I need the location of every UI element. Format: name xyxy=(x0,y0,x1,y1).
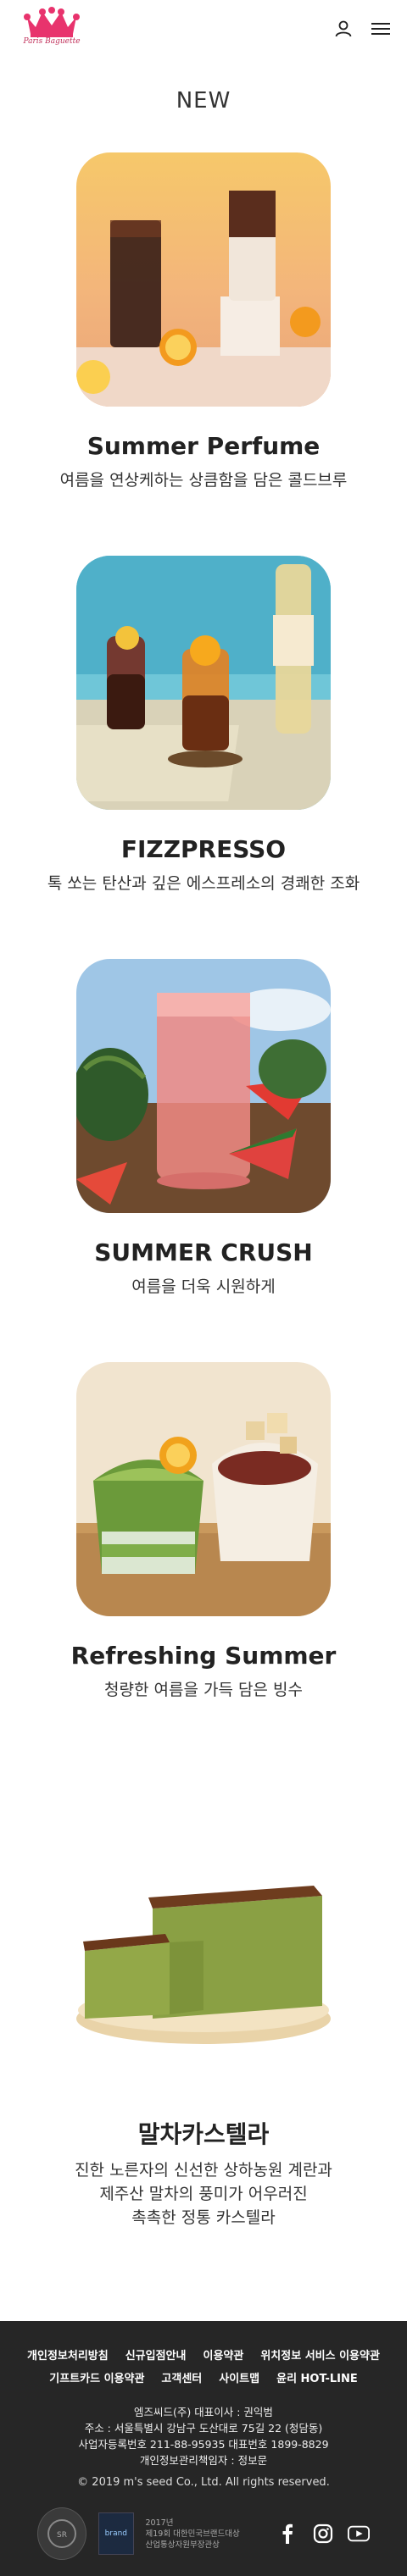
logo-text: Paris Baguette xyxy=(23,37,81,46)
info-line: 주소 : 서울특별시 강남구 도산대로 75길 22 (청담동) xyxy=(84,2422,323,2435)
product-name: Summer Perfume xyxy=(86,432,321,460)
footer-link-store[interactable]: 신규입점안내 xyxy=(125,2346,187,2363)
info-line: 개인정보관리책임자 : 정보문 xyxy=(139,2454,268,2467)
footer-link-location[interactable]: 위치정보 서비스 이용약관 xyxy=(260,2346,380,2363)
product-card: Refreshing Summer 청량한 여름을 가득 담은 빙수 xyxy=(0,1362,407,1765)
cert-badge-icon: SR xyxy=(37,2507,87,2560)
footer-link-hotline[interactable]: 윤리 HOT-LINE xyxy=(276,2369,358,2385)
product-card: FIZZPRESSO 톡 쏘는 탄산과 깊은 에스프레소의 경쾌한 조화 xyxy=(0,556,407,959)
menu-icon[interactable] xyxy=(370,18,392,40)
footer-links: 개인정보처리방침 신규입점안내 이용약관 위치정보 서비스 이용약관 기프트카드… xyxy=(0,2346,407,2385)
instagram-icon[interactable] xyxy=(312,2523,334,2545)
footer-link-privacy[interactable]: 개인정보처리방침 xyxy=(27,2346,109,2363)
info-line: 엠즈씨드(주) 대표이사 : 권익범 xyxy=(134,2406,273,2418)
crown-icon xyxy=(24,7,80,37)
product-name: FIZZPRESSO xyxy=(120,835,287,863)
product-image[interactable] xyxy=(76,1362,331,1616)
svg-text:SR: SR xyxy=(57,2531,67,2540)
product-image[interactable] xyxy=(76,556,331,810)
product-name: Refreshing Summer xyxy=(70,1642,337,1670)
award-line: 산업통상자원부장관상 xyxy=(145,2540,220,2550)
site-footer: 개인정보처리방침 신규입점안내 이용약관 위치정보 서비스 이용약관 기프트카드… xyxy=(0,2321,407,2576)
product-desc: 톡 쏘는 탄산과 깊은 에스프레소의 경쾌한 조화 xyxy=(47,874,360,893)
product-name: SUMMER CRUSH xyxy=(94,1238,313,1266)
product-name: 말차카스텔라 xyxy=(137,2120,270,2148)
product-image[interactable] xyxy=(76,1836,331,2091)
logo[interactable]: Paris Baguette xyxy=(19,7,85,51)
section-title: NEW xyxy=(176,88,231,114)
copyright: © 2019 m's seed Co., Ltd. All rights res… xyxy=(77,2476,330,2489)
brand-award-icon: brand xyxy=(98,2512,134,2555)
product-desc: 진한 노른자의 신선한 상하농원 계란과 제주산 말차의 풍미가 어우러진 촉촉… xyxy=(75,2161,332,2227)
product-card: Summer Perfume 여름을 연상케하는 상큼함을 담은 콜드브루 xyxy=(0,152,407,556)
award-text: 2017년 제19회 대한민국브랜드대상 산업통상자원부장관상 xyxy=(146,2518,265,2551)
product-card: SUMMER CRUSH 여름을 더욱 시원하게 xyxy=(0,959,407,1362)
social-links xyxy=(276,2523,370,2545)
user-icon[interactable] xyxy=(332,18,354,40)
site-header: Paris Baguette xyxy=(0,0,407,58)
product-card: 말차카스텔라 진한 노른자의 신선한 상하농원 계란과 제주산 말차의 풍미가 … xyxy=(0,1836,407,2311)
product-desc: 여름을 연상케하는 상큼함을 담은 콜드브루 xyxy=(59,471,348,490)
award-line: 제19회 대한민국브랜드대상 xyxy=(145,2529,240,2539)
product-desc: 여름을 더욱 시원하게 xyxy=(131,1277,276,1296)
footer-link-terms[interactable]: 이용약관 xyxy=(203,2346,243,2363)
info-line: 사업자등록번호 211-88-95935 대표번호 1899-8829 xyxy=(78,2438,329,2451)
company-info: 엠즈씨드(주) 대표이사 : 권익범 주소 : 서울특별시 강남구 도산대로 7… xyxy=(0,2404,407,2468)
product-image[interactable] xyxy=(76,959,331,1213)
footer-link-sitemap[interactable]: 사이트맵 xyxy=(219,2369,259,2385)
youtube-icon[interactable] xyxy=(348,2523,370,2545)
footer-link-giftcard[interactable]: 기프트카드 이용약관 xyxy=(49,2369,144,2385)
award-line: 2017년 xyxy=(145,2518,174,2528)
footer-link-support[interactable]: 고객센터 xyxy=(161,2369,202,2385)
facebook-icon[interactable] xyxy=(276,2523,298,2545)
product-desc: 청량한 여름을 가득 담은 빙수 xyxy=(104,1681,303,1699)
product-image[interactable] xyxy=(76,152,331,407)
